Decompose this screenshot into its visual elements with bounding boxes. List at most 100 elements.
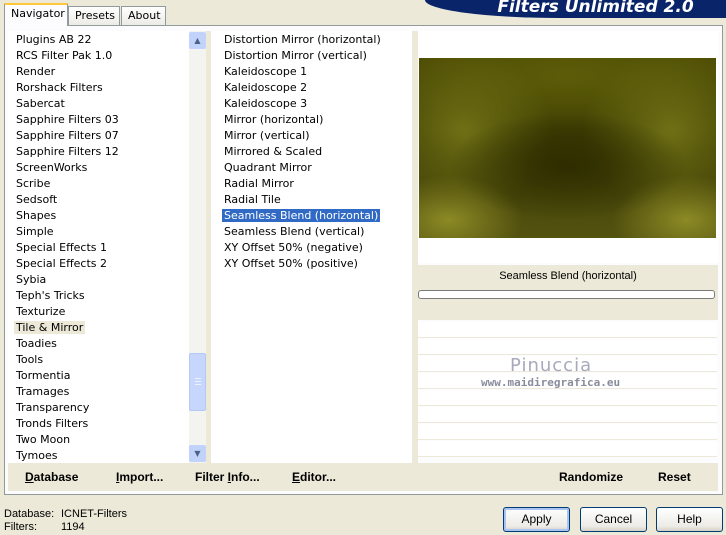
category-item[interactable]: Tronds Filters bbox=[14, 416, 90, 432]
apply-button[interactable]: Apply bbox=[503, 507, 570, 532]
parameter-slot bbox=[418, 424, 717, 440]
category-item[interactable]: Texturize bbox=[14, 304, 67, 320]
filter-item[interactable]: Mirror (vertical) bbox=[222, 128, 312, 144]
item-label: Special Effects 2 bbox=[16, 257, 108, 270]
scroll-down-button[interactable]: ▼ bbox=[189, 445, 206, 462]
watermark-site: www.maidiregrafica.eu bbox=[481, 376, 621, 389]
item-label: Sybia bbox=[16, 273, 47, 286]
item-label: Teph's Tricks bbox=[16, 289, 85, 302]
category-item[interactable]: Tormentia bbox=[14, 368, 72, 384]
scroll-up-button[interactable]: ▲ bbox=[189, 32, 206, 49]
category-item[interactable]: RCS Filter Pak 1.0 bbox=[14, 48, 114, 64]
item-label: RCS Filter Pak 1.0 bbox=[16, 49, 113, 62]
tab-presets[interactable]: Presets bbox=[68, 6, 120, 25]
category-item[interactable]: Sedsoft bbox=[14, 192, 59, 208]
item-label: Rorshack Filters bbox=[16, 81, 103, 94]
category-item[interactable]: Render bbox=[14, 64, 57, 80]
category-item[interactable]: Transparency bbox=[14, 400, 91, 416]
category-item[interactable]: Shapes bbox=[14, 208, 58, 224]
category-item[interactable]: Tymoes bbox=[14, 448, 59, 463]
filter-item[interactable]: Quadrant Mirror bbox=[222, 160, 314, 176]
item-label: XY Offset 50% (negative) bbox=[224, 241, 363, 254]
item-label: Tymoes bbox=[16, 449, 58, 462]
reset-button[interactable]: Reset bbox=[658, 470, 691, 484]
category-item[interactable]: Sapphire Filters 07 bbox=[14, 128, 121, 144]
filter-item[interactable]: Radial Tile bbox=[222, 192, 283, 208]
item-label: Plugins AB 22 bbox=[16, 33, 92, 46]
item-label: Kaleidoscope 1 bbox=[224, 65, 308, 78]
editor-button[interactable]: Editor... bbox=[292, 470, 336, 484]
item-label: Sapphire Filters 12 bbox=[16, 145, 119, 158]
tab-navigator[interactable]: Navigator bbox=[4, 3, 68, 26]
category-item[interactable]: Tools bbox=[14, 352, 45, 368]
filter-item[interactable]: Seamless Blend (vertical) bbox=[222, 224, 366, 240]
scroll-thumb[interactable] bbox=[189, 353, 206, 411]
item-label: Kaleidoscope 2 bbox=[224, 81, 308, 94]
app-title: Filters Unlimited 2.0 bbox=[497, 0, 694, 17]
category-item[interactable]: Sapphire Filters 12 bbox=[14, 144, 121, 160]
category-item[interactable]: Scribe bbox=[14, 176, 52, 192]
parameter-slot bbox=[418, 339, 717, 355]
parameter-slot bbox=[418, 407, 717, 423]
filter-item[interactable]: Kaleidoscope 1 bbox=[222, 64, 309, 80]
item-label: Seamless Blend (horizontal) bbox=[222, 209, 381, 222]
category-list[interactable]: Plugins AB 22 RCS Filter Pak 1.0 Render Ror… bbox=[8, 31, 189, 463]
filter-item[interactable]: Mirror (horizontal) bbox=[222, 112, 325, 128]
database-button[interactable]: Database bbox=[25, 470, 78, 484]
tab-label: Navigator bbox=[11, 7, 65, 20]
item-label: Sapphire Filters 03 bbox=[16, 113, 119, 126]
category-item[interactable]: Rorshack Filters bbox=[14, 80, 105, 96]
category-item[interactable]: Special Effects 1 bbox=[14, 240, 109, 256]
item-label: Sedsoft bbox=[16, 193, 58, 206]
randomize-button[interactable]: Randomize bbox=[559, 470, 623, 484]
filter-item[interactable]: XY Offset 50% (positive) bbox=[222, 256, 360, 272]
item-label: Mirror (vertical) bbox=[224, 129, 310, 142]
category-item[interactable]: ScreenWorks bbox=[14, 160, 89, 176]
filters-label: Filters: bbox=[4, 521, 37, 533]
selected-filter-name: Seamless Blend (horizontal) bbox=[499, 270, 637, 282]
database-label: Database: bbox=[4, 508, 55, 520]
filter-item[interactable]: XY Offset 50% (negative) bbox=[222, 240, 365, 256]
item-label: Tronds Filters bbox=[16, 417, 89, 430]
category-item[interactable]: Sybia bbox=[14, 272, 48, 288]
filter-item[interactable]: Kaleidoscope 3 bbox=[222, 96, 309, 112]
category-item[interactable]: Toadies bbox=[14, 336, 59, 352]
filter-item[interactable]: Distortion Mirror (horizontal) bbox=[222, 32, 383, 48]
cancel-button[interactable]: Cancel bbox=[580, 507, 647, 532]
item-label: Tools bbox=[16, 353, 44, 366]
tab-about[interactable]: About bbox=[121, 6, 166, 25]
category-item[interactable]: Sapphire Filters 03 bbox=[14, 112, 121, 128]
category-item[interactable]: Plugins AB 22 bbox=[14, 32, 93, 48]
item-label: Two Moon bbox=[16, 433, 71, 446]
category-item[interactable]: Tramages bbox=[14, 384, 71, 400]
category-scrollbar[interactable]: ▲ ▼ bbox=[189, 31, 206, 463]
category-item[interactable]: Teph's Tricks bbox=[14, 288, 87, 304]
item-label: Texturize bbox=[16, 305, 66, 318]
filter-item[interactable]: Mirrored & Scaled bbox=[222, 144, 324, 160]
item-label: Quadrant Mirror bbox=[224, 161, 312, 174]
category-item[interactable]: Tile & Mirror bbox=[14, 320, 86, 336]
item-label: Sabercat bbox=[16, 97, 65, 110]
item-label: Mirror (horizontal) bbox=[224, 113, 324, 126]
category-item[interactable]: Two Moon bbox=[14, 432, 72, 448]
category-item[interactable]: Sabercat bbox=[14, 96, 67, 112]
help-button[interactable]: Help bbox=[656, 507, 723, 532]
item-label: Special Effects 1 bbox=[16, 241, 108, 254]
filter-item[interactable]: Distortion Mirror (vertical) bbox=[222, 48, 369, 64]
import-button[interactable]: Import... bbox=[116, 470, 163, 484]
parameter-slot bbox=[418, 390, 717, 406]
filter-info-button[interactable]: Filter Info... bbox=[195, 470, 260, 484]
filter-item[interactable]: Kaleidoscope 2 bbox=[222, 80, 309, 96]
item-label: Toadies bbox=[16, 337, 57, 350]
item-label: Kaleidoscope 3 bbox=[224, 97, 308, 110]
item-label: Tile & Mirror bbox=[14, 321, 86, 334]
filter-item[interactable]: Seamless Blend (horizontal) bbox=[222, 208, 381, 224]
filter-list[interactable]: Distortion Mirror (horizontal) Distortion… bbox=[211, 31, 412, 463]
item-label: Mirrored & Scaled bbox=[224, 145, 323, 158]
category-item[interactable]: Special Effects 2 bbox=[14, 256, 109, 272]
filter-item[interactable]: Radial Mirror bbox=[222, 176, 296, 192]
category-item[interactable]: Simple bbox=[14, 224, 56, 240]
item-label: ScreenWorks bbox=[16, 161, 88, 174]
item-label: Radial Tile bbox=[224, 193, 281, 206]
chevron-up-icon: ▲ bbox=[194, 36, 201, 45]
